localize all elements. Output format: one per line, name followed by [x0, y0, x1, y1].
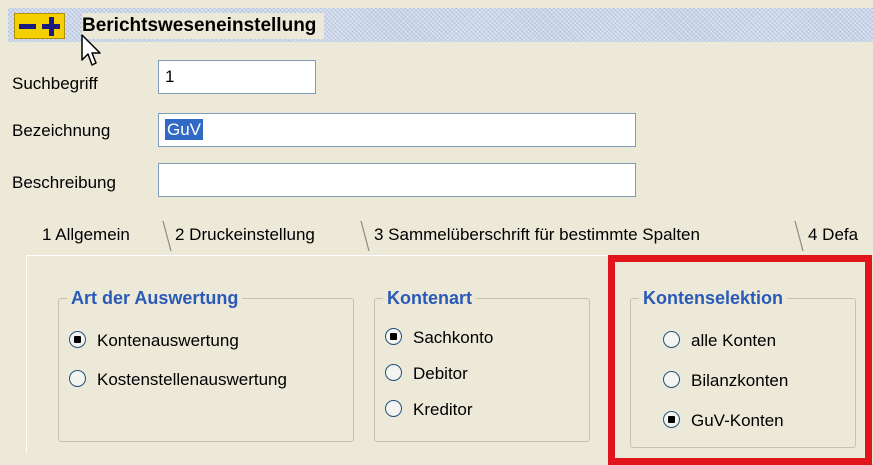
radio-label: Debitor [413, 364, 468, 383]
group-kontenart: Kontenart Sachkonto Debitor Kreditor [374, 287, 590, 442]
radio-button-icon [385, 328, 402, 345]
radio-label: Sachkonto [413, 328, 494, 347]
tab-separator [162, 220, 172, 252]
tab-sammelueberschrift[interactable]: 3 Sammelüberschrift für bestimmte Spalte… [374, 217, 700, 254]
beschreibung-label: Beschreibung [12, 173, 116, 192]
radio-button-icon [69, 370, 86, 387]
radio-label: Kontenauswertung [97, 331, 239, 350]
bezeichnung-value: GuV [165, 119, 204, 140]
radio-label: Kreditor [413, 400, 473, 419]
bezeichnung-field[interactable]: GuV [158, 113, 636, 147]
tab-separator [360, 220, 370, 252]
tab-separator [794, 220, 804, 252]
tab-default[interactable]: 4 Defa [808, 217, 858, 254]
radio-button-icon [385, 400, 402, 417]
group-title-kontenart: Kontenart [383, 287, 476, 309]
radio-label: Kostenstellenauswertung [97, 370, 287, 389]
highlight-box [608, 255, 872, 465]
beschreibung-field[interactable] [158, 163, 636, 197]
radio-button-icon [385, 364, 402, 381]
suchbegriff-field[interactable]: 1 [158, 60, 316, 94]
tab-druckeinstellung[interactable]: 2 Druckeinstellung [175, 217, 315, 254]
bezeichnung-label: Bezeichnung [12, 121, 111, 140]
group-title-art-der-auswertung: Art der Auswertung [67, 287, 243, 309]
suchbegriff-value: 1 [165, 67, 175, 86]
tab-allgemein[interactable]: 1 Allgemein [42, 217, 130, 254]
suchbegriff-label: Suchbegriff [12, 74, 98, 93]
group-art-der-auswertung: Art der Auswertung Kontenauswertung Kost… [58, 287, 354, 442]
mouse-cursor-icon [81, 34, 101, 66]
tab-strip: 1 Allgemein 2 Druckeinstellung 3 Sammelü… [0, 217, 873, 255]
radio-button-icon [69, 331, 86, 348]
window-title: Berichtsweseneinstellung [82, 13, 325, 39]
minus-plus-icon[interactable] [14, 13, 65, 39]
